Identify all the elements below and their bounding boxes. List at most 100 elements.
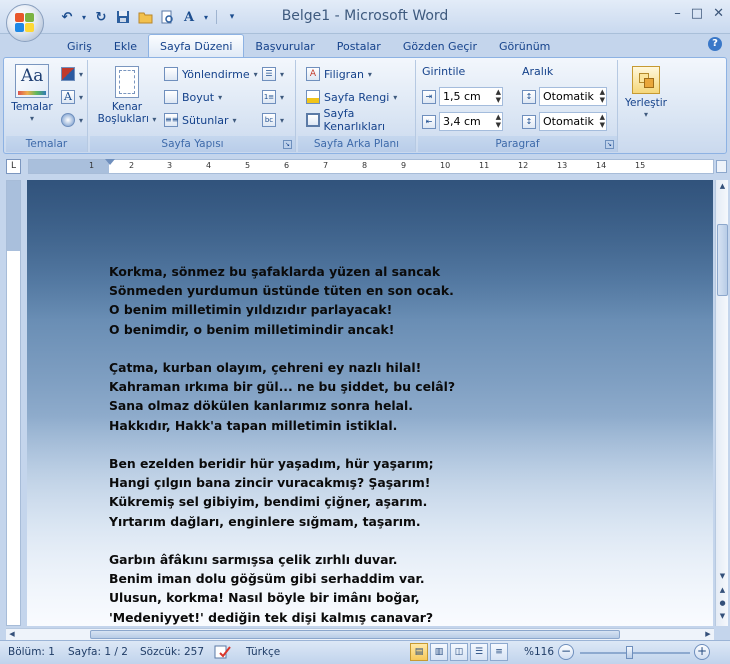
indent-right-input[interactable]: 3,4 cm ▲ ▼ bbox=[439, 112, 503, 131]
spacing-after-value: Otomatik bbox=[543, 115, 594, 128]
ribbon: Aa Temalar ▾ ▾ A ▾ ▾ Temalar Kenar Boşluk… bbox=[3, 57, 727, 154]
spacing-before-spinner-icon[interactable]: ▲ ▼ bbox=[600, 88, 605, 104]
size-button[interactable]: Boyut ▾ bbox=[164, 87, 222, 107]
tab-giris[interactable]: Giriş bbox=[56, 36, 103, 58]
horizontal-ruler[interactable]: 1 2 3 4 5 6 7 8 9 10 11 12 13 14 15 bbox=[28, 159, 714, 174]
tab-basvurular[interactable]: Başvurular bbox=[244, 36, 325, 58]
watermark-label: Filigran bbox=[324, 67, 364, 81]
zoom-out-icon[interactable]: − bbox=[558, 644, 574, 660]
group-paragraf: Girintile ⇥ 1,5 cm ▲ ▼ ⇤ 3,4 cm ▲ ▼ Aralık… bbox=[418, 60, 618, 152]
indent-right-spinner-icon[interactable]: ▲ ▼ bbox=[496, 113, 501, 129]
stanza: Garbın âfâkını sarmışsa çelik zırhlı duv… bbox=[109, 550, 629, 626]
poem-text[interactable]: Korkma, sönmez bu şafaklarda yüzen al sa… bbox=[109, 262, 629, 626]
ruler-mark: 5 bbox=[245, 161, 251, 170]
draft-view-icon[interactable]: ≡ bbox=[490, 643, 508, 661]
office-logo-icon bbox=[15, 13, 35, 33]
theme-fonts-icon: A bbox=[61, 90, 75, 104]
scroll-up-icon[interactable]: ▲ bbox=[716, 180, 729, 193]
tab-gozden-gecir[interactable]: Gözden Geçir bbox=[392, 36, 488, 58]
spacing-before-input[interactable]: Otomatik ▲ ▼ bbox=[539, 87, 607, 106]
breaks-button[interactable]: ☰ ▾ bbox=[262, 64, 284, 84]
poem-line: Ulusun, korkma! Nasıl böyle bir imânı bo… bbox=[109, 590, 420, 606]
outline-view-icon[interactable]: ☰ bbox=[470, 643, 488, 661]
poem-line: Hangi çılgın bana zincir vuracakmış? Şaş… bbox=[109, 475, 431, 491]
tab-selector-icon[interactable]: L bbox=[6, 159, 21, 174]
themes-button[interactable]: Aa Temalar ▾ bbox=[10, 64, 54, 125]
tab-sayfa-duzeni[interactable]: Sayfa Düzeni bbox=[148, 34, 245, 58]
proofing-icon[interactable] bbox=[214, 644, 234, 663]
poem-line: O benimdir, o benim milletimindir ancak! bbox=[109, 321, 395, 337]
zoom-slider-thumb[interactable] bbox=[626, 646, 633, 659]
group-label-sayfa-arka-plani: Sayfa Arka Planı bbox=[298, 136, 415, 152]
spacing-after-icon: ↕ bbox=[522, 114, 536, 129]
page-color-button[interactable]: Sayfa Rengi ▾ bbox=[306, 87, 397, 107]
paragraph-launcher-icon[interactable]: ↘ bbox=[605, 140, 614, 149]
window-controls: – □ ✕ bbox=[674, 6, 724, 21]
minimize-button[interactable]: – bbox=[674, 6, 681, 21]
arrange-button[interactable]: Yerleştir ▾ bbox=[624, 66, 668, 121]
columns-button[interactable]: ≡≡ Sütunlar ▾ bbox=[164, 110, 237, 130]
page-setup-launcher-icon[interactable]: ↘ bbox=[283, 140, 292, 149]
theme-fonts-button[interactable]: A ▾ bbox=[61, 87, 83, 107]
scroll-down-icon[interactable]: ▼ bbox=[716, 570, 729, 583]
vertical-scrollbar[interactable]: ▲ ▼ ▲ ● ▼ bbox=[715, 180, 728, 626]
horizontal-scroll-thumb[interactable] bbox=[90, 630, 620, 639]
status-language[interactable]: Türkçe bbox=[246, 646, 280, 658]
indent-label: Girintile bbox=[422, 64, 466, 78]
stanza: Çatma, kurban olayım, çehreni ey nazlı h… bbox=[109, 358, 629, 435]
horizontal-scrollbar[interactable]: ◀ ▶ bbox=[6, 628, 714, 640]
maximize-button[interactable]: □ bbox=[691, 6, 703, 21]
theme-effects-button[interactable]: ▾ bbox=[61, 110, 83, 130]
page-color-icon bbox=[306, 90, 320, 104]
help-icon[interactable]: ? bbox=[708, 37, 722, 51]
size-caret-icon: ▾ bbox=[218, 92, 223, 102]
spacing-before-icon: ↕ bbox=[522, 89, 536, 104]
line-numbers-button[interactable]: 1≡ ▾ bbox=[262, 87, 284, 107]
watermark-button[interactable]: A Filigran ▾ bbox=[306, 64, 372, 84]
previous-page-icon[interactable]: ▲ bbox=[716, 584, 729, 597]
zoom-slider-track[interactable] bbox=[580, 652, 690, 654]
status-section[interactable]: Bölüm: 1 bbox=[8, 646, 55, 658]
browse-object-icon[interactable]: ● bbox=[716, 597, 729, 610]
arrange-caret-icon: ▾ bbox=[643, 110, 648, 119]
spacing-after-spinner-icon[interactable]: ▲ ▼ bbox=[600, 113, 605, 129]
theme-colors-button[interactable]: ▾ bbox=[61, 64, 83, 84]
next-page-icon[interactable]: ▼ bbox=[716, 610, 729, 623]
vertical-ruler[interactable] bbox=[6, 180, 21, 626]
margins-icon bbox=[115, 66, 139, 98]
tab-ekle[interactable]: Ekle bbox=[103, 36, 148, 58]
indent-left-spinner-icon[interactable]: ▲ ▼ bbox=[496, 88, 501, 104]
ruler-mark: 12 bbox=[518, 161, 529, 170]
indent-left-input[interactable]: 1,5 cm ▲ ▼ bbox=[439, 87, 503, 106]
document-page[interactable]: Korkma, sönmez bu şafaklarda yüzen al sa… bbox=[27, 180, 713, 626]
full-screen-reading-view-icon[interactable]: ▥ bbox=[430, 643, 448, 661]
stanza: Korkma, sönmez bu şafaklarda yüzen al sa… bbox=[109, 262, 629, 339]
zoom-in-icon[interactable]: + bbox=[694, 644, 710, 660]
office-button[interactable] bbox=[6, 4, 44, 42]
vertical-scroll-thumb[interactable] bbox=[717, 224, 728, 296]
tab-gorunum[interactable]: Görünüm bbox=[488, 36, 561, 58]
scroll-right-icon[interactable]: ▶ bbox=[702, 629, 714, 640]
web-layout-view-icon[interactable]: ◫ bbox=[450, 643, 468, 661]
print-layout-view-icon[interactable]: ▤ bbox=[410, 643, 428, 661]
status-page[interactable]: Sayfa: 1 / 2 bbox=[68, 646, 128, 658]
zoom-level[interactable]: %116 bbox=[524, 646, 554, 658]
tab-postalar[interactable]: Postalar bbox=[326, 36, 392, 58]
group-sayfa-arka-plani: A Filigran ▾ Sayfa Rengi ▾ Sayfa Kenarlı… bbox=[298, 60, 416, 152]
status-word-count[interactable]: Sözcük: 257 bbox=[140, 646, 204, 658]
ruler-mark: 15 bbox=[635, 161, 646, 170]
scroll-left-icon[interactable]: ◀ bbox=[6, 629, 18, 640]
indent-marker-icon[interactable] bbox=[105, 159, 115, 165]
page-borders-button[interactable]: Sayfa Kenarlıkları bbox=[306, 107, 415, 133]
margins-button[interactable]: Kenar Boşlukları ▾ bbox=[96, 66, 158, 126]
ruler-mark: 4 bbox=[206, 161, 212, 170]
orientation-button[interactable]: Yönlendirme ▾ bbox=[164, 64, 258, 84]
group-label-sayfa-yapisi: Sayfa Yapısı bbox=[90, 136, 295, 152]
line-numbers-caret-icon: ▾ bbox=[280, 92, 285, 102]
spacing-label: Aralık bbox=[522, 64, 554, 78]
spacing-after-input[interactable]: Otomatik ▲ ▼ bbox=[539, 112, 607, 131]
indent-left-icon: ⇥ bbox=[422, 89, 436, 104]
view-ruler-icon[interactable] bbox=[716, 160, 727, 173]
close-button[interactable]: ✕ bbox=[713, 6, 724, 21]
hyphenation-button[interactable]: bc ▾ bbox=[262, 110, 284, 130]
